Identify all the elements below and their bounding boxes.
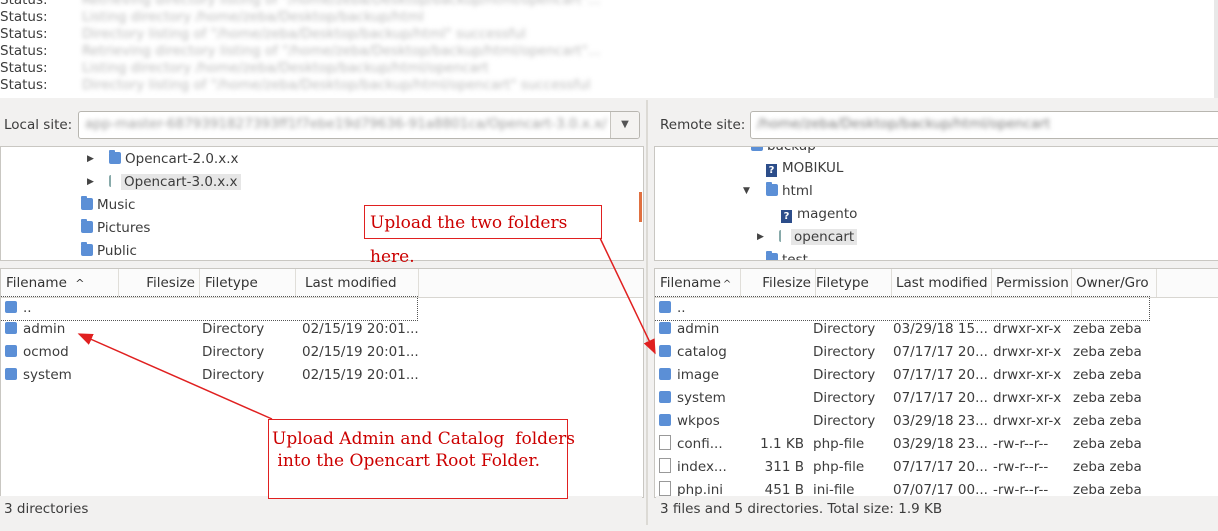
list-item[interactable]: confi... 1.1 KB php-file 03/29/18 23... … bbox=[655, 433, 1218, 456]
chevron-down-icon[interactable]: ▼ bbox=[610, 112, 639, 138]
unknown-folder-icon: ? bbox=[766, 164, 777, 177]
tree-item-backup[interactable]: backup bbox=[751, 147, 816, 157]
file-icon bbox=[659, 435, 671, 450]
column-permissions[interactable]: Permission bbox=[991, 269, 1072, 297]
remote-directory-tree[interactable]: backup ? MOBIKUL ▼ html ? magento ▶ openca… bbox=[654, 146, 1218, 261]
remote-status-bar: 3 files and 5 directories. Total size: 1… bbox=[656, 496, 1218, 522]
folder-icon bbox=[659, 391, 671, 403]
column-filename[interactable]: Filename ^ bbox=[1, 269, 119, 297]
remote-file-list[interactable]: Filename ^ Filesize Filetype Last modifie… bbox=[654, 268, 1218, 498]
column-filetype[interactable]: Filetype bbox=[811, 269, 892, 297]
tree-item-music[interactable]: Music bbox=[81, 194, 135, 216]
local-status-bar: 3 directories bbox=[0, 496, 642, 522]
column-last-modified[interactable]: Last modified bbox=[891, 269, 992, 297]
list-item[interactable]: image Directory 07/17/17 20... drwxr-xr-… bbox=[655, 364, 1218, 387]
column-filetype[interactable]: Filetype bbox=[200, 269, 296, 297]
local-directory-tree[interactable]: ▶ Opencart-2.0.x.x ▶ Opencart-3.0.x.x Mu… bbox=[0, 146, 644, 261]
tree-item-test[interactable]: test bbox=[766, 249, 808, 260]
local-site-label: Local site: bbox=[4, 117, 73, 133]
message-log: Status: Retrieving directory listing of "… bbox=[0, 0, 1218, 98]
column-filename[interactable]: Filename ^ bbox=[655, 269, 741, 297]
folder-up-icon bbox=[659, 301, 671, 313]
list-item[interactable]: wkpos Directory 03/29/18 23... drwxr-xr-… bbox=[655, 410, 1218, 433]
folder-icon bbox=[751, 147, 763, 151]
folder-icon bbox=[659, 322, 671, 334]
remote-list-header: Filename ^ Filesize Filetype Last modifie… bbox=[655, 269, 1218, 298]
folder-icon bbox=[659, 345, 671, 357]
folder-icon bbox=[5, 322, 17, 334]
list-item[interactable]: catalog Directory 07/17/17 20... drwxr-x… bbox=[655, 341, 1218, 364]
folder-icon bbox=[81, 219, 93, 233]
file-icon bbox=[659, 458, 671, 473]
folder-icon bbox=[81, 196, 93, 210]
sort-ascending-icon: ^ bbox=[722, 279, 732, 290]
expand-icon[interactable]: ▶ bbox=[87, 171, 94, 193]
folder-icon bbox=[5, 368, 17, 380]
column-filesize[interactable]: Filesize bbox=[741, 269, 816, 297]
folder-icon bbox=[109, 150, 121, 164]
list-item-parent[interactable]: .. bbox=[655, 296, 1150, 321]
local-site-bar: Local site: app-master-6879391827393ff1f… bbox=[0, 106, 643, 146]
tree-item-mobikul[interactable]: ? MOBIKUL bbox=[766, 157, 843, 179]
local-site-combo[interactable]: app-master-6879391827393ff1f7ebe19d79636… bbox=[78, 111, 640, 139]
folder-open-icon bbox=[779, 230, 787, 242]
tree-scrollbar[interactable] bbox=[639, 192, 642, 222]
expand-icon[interactable]: ▶ bbox=[757, 226, 764, 248]
folder-icon bbox=[81, 242, 93, 256]
list-item[interactable]: ocmod Directory 02/15/19 20:01... bbox=[1, 341, 643, 364]
folder-open-icon bbox=[109, 175, 117, 187]
column-filesize[interactable]: Filesize bbox=[119, 269, 200, 297]
list-item[interactable]: index... 311 B php-file 07/17/17 20... -… bbox=[655, 456, 1218, 479]
expand-icon[interactable]: ▶ bbox=[87, 148, 94, 170]
folder-icon bbox=[766, 182, 778, 196]
annotation-upload-here: Upload the two folders here. bbox=[364, 205, 602, 267]
list-item[interactable]: system Directory 07/17/17 20... drwxr-xr… bbox=[655, 387, 1218, 410]
tree-item-magento[interactable]: ? magento bbox=[781, 203, 857, 225]
list-item[interactable]: admin Directory 02/15/19 20:01... bbox=[1, 318, 643, 341]
tree-item-pictures[interactable]: Pictures bbox=[81, 217, 150, 239]
folder-icon bbox=[766, 251, 778, 260]
pane-splitter[interactable] bbox=[646, 100, 648, 525]
file-icon bbox=[659, 481, 671, 496]
sort-ascending-icon: ^ bbox=[75, 277, 85, 290]
folder-icon bbox=[659, 368, 671, 380]
folder-icon bbox=[659, 414, 671, 426]
local-list-header: Filename ^ Filesize Filetype Last modifi… bbox=[1, 269, 643, 298]
list-item-parent[interactable]: .. bbox=[1, 296, 418, 321]
folder-up-icon bbox=[5, 301, 17, 313]
tree-item-public[interactable]: Public bbox=[81, 240, 137, 260]
folder-icon bbox=[5, 345, 17, 357]
annotation-upload-admin-catalog: Upload Admin and Catalog folders into th… bbox=[268, 419, 575, 499]
list-item[interactable]: admin Directory 03/29/18 15... drwxr-xr-… bbox=[655, 318, 1218, 341]
log-scrollbar[interactable] bbox=[1214, 0, 1218, 98]
remote-site-label: Remote site: bbox=[660, 117, 746, 133]
remote-site-bar: Remote site: /home/zeba/Desktop/backup/h… bbox=[655, 106, 1218, 146]
unknown-folder-icon: ? bbox=[781, 210, 792, 223]
list-item[interactable]: system Directory 02/15/19 20:01... bbox=[1, 364, 643, 387]
collapse-icon[interactable]: ▼ bbox=[743, 180, 750, 202]
remote-site-input[interactable]: /home/zeba/Desktop/backup/html/opencart bbox=[750, 111, 1218, 139]
column-owner-group[interactable]: Owner/Gro bbox=[1071, 269, 1157, 297]
